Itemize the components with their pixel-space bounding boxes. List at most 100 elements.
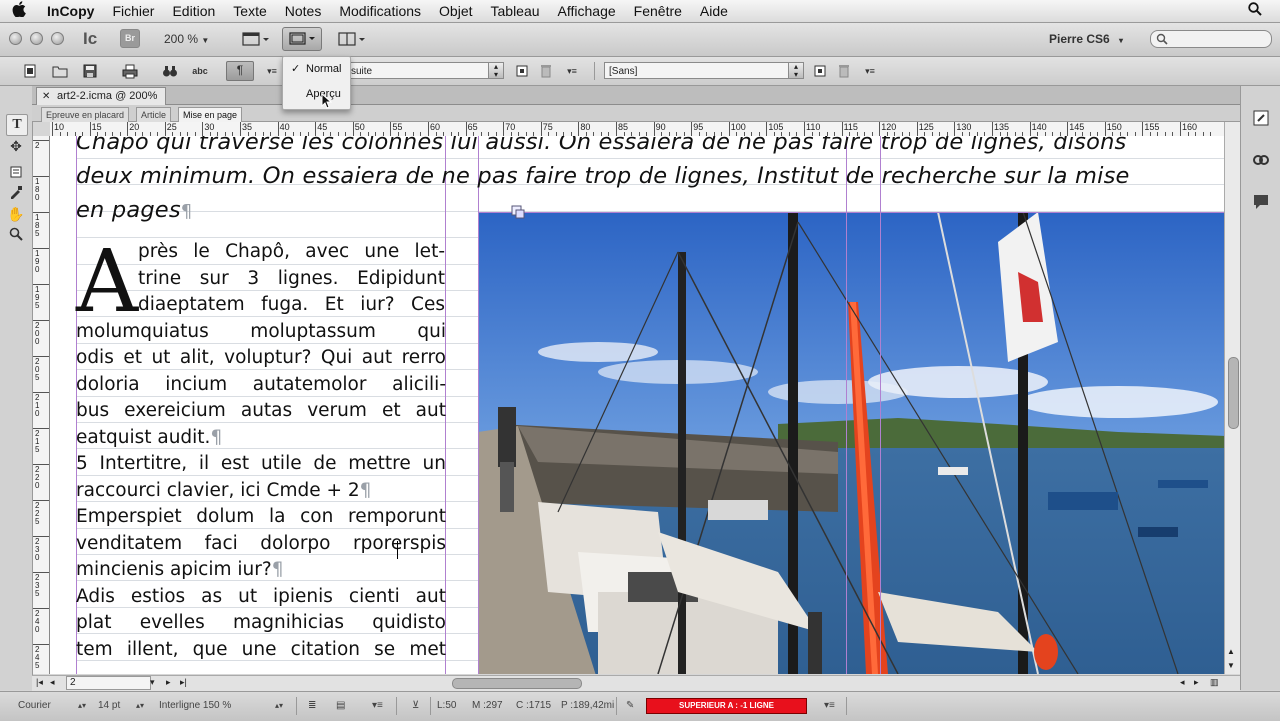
ruler-tick xyxy=(540,122,542,136)
view-options-button[interactable] xyxy=(242,28,270,50)
character-style-menu-icon[interactable]: ▾≡ xyxy=(862,63,878,79)
type-tool-icon[interactable]: T xyxy=(6,114,28,136)
leading-dropdown[interactable]: Interligne 150 % ▴▾ xyxy=(155,697,287,714)
links-icon[interactable] xyxy=(1251,150,1271,170)
pilcrow-icon: ¶ xyxy=(236,63,244,77)
menu-fichier[interactable]: Fichier xyxy=(103,0,163,22)
close-tab-icon[interactable]: ✕ xyxy=(42,88,50,105)
chapo-line-3-text: en pages xyxy=(76,197,181,223)
menu-aide[interactable]: Aide xyxy=(691,0,737,22)
search-field[interactable] xyxy=(1150,30,1272,48)
line-numbers-icon[interactable]: ≣ xyxy=(304,697,324,714)
character-style-dropdown[interactable]: [Sans] ▴ ▾ xyxy=(604,62,804,79)
print-icon[interactable] xyxy=(122,63,138,79)
spell-check-icon[interactable]: abc xyxy=(192,63,208,79)
menu-modifications[interactable]: Modifications xyxy=(330,0,430,22)
tab-epreuve-en-placard[interactable]: Epreuve en placard xyxy=(41,107,130,122)
size-dropdown[interactable]: 14 pt ▴▾ xyxy=(94,697,148,714)
panel-dock xyxy=(1240,86,1280,690)
notes-panel-icon[interactable] xyxy=(1251,192,1271,212)
open-folder-icon[interactable] xyxy=(52,63,68,79)
font-dropdown[interactable]: Courier ▴▾ xyxy=(14,697,90,714)
paragraph-mode-toggle[interactable]: ¶ xyxy=(226,61,254,81)
arrange-documents-button[interactable] xyxy=(338,28,368,50)
ruler-label: 2 0 0 xyxy=(35,321,40,346)
scroll-down-arrow-icon[interactable]: ▼ xyxy=(1227,661,1235,670)
overset-menu-icon[interactable]: ▾≡ xyxy=(820,697,842,714)
last-page-icon[interactable]: ▸| xyxy=(180,677,187,688)
zoom-tool-icon[interactable] xyxy=(6,226,26,246)
new-paragraph-style-icon[interactable] xyxy=(514,63,530,79)
vertical-scroll-thumb[interactable] xyxy=(1228,357,1239,429)
assignments-icon[interactable] xyxy=(1251,108,1271,128)
paragraph-style-menu-icon[interactable]: ▾≡ xyxy=(564,63,580,79)
ruler-label: 10 xyxy=(54,122,65,132)
ruler-label: 110 xyxy=(806,122,821,132)
split-view-icon[interactable]: ▥ xyxy=(1210,677,1219,688)
scroll-up-arrow-icon[interactable]: ▲ xyxy=(1227,647,1235,656)
new-character-style-icon[interactable] xyxy=(812,63,828,79)
screen-mode-button[interactable] xyxy=(282,27,322,51)
workspace-name: Pierre CS6 xyxy=(1049,32,1110,46)
menu-texte[interactable]: Texte xyxy=(224,0,275,22)
paragraph-style-dropdown[interactable]: suite ▴ ▾ xyxy=(346,62,504,79)
layout-canvas[interactable]: Chapo qui traverse les colonnes lui auss… xyxy=(50,136,1226,674)
first-page-icon[interactable]: |◂ xyxy=(36,677,43,688)
position-tool-icon[interactable]: ✥ xyxy=(6,136,26,156)
tab-article[interactable]: Article xyxy=(136,107,172,122)
tab-mise-en-page[interactable]: Mise en page xyxy=(178,107,243,122)
menu-tableau[interactable]: Tableau xyxy=(482,0,549,22)
link-frame-icon[interactable] xyxy=(510,204,526,220)
columns-icon[interactable]: ▤ xyxy=(332,697,352,714)
note-tool-icon[interactable] xyxy=(6,164,26,184)
pilcrow-mark: ¶ xyxy=(210,427,223,448)
pilcrow-mark: ¶ xyxy=(359,480,372,501)
ruler-label: 2 3 0 xyxy=(35,537,40,562)
harbor-photo[interactable] xyxy=(478,212,1226,674)
lines-count: L:50 xyxy=(437,700,457,711)
hand-tool-icon[interactable]: ✋ xyxy=(6,204,26,224)
find-binoculars-icon[interactable] xyxy=(162,63,178,79)
close-window-button[interactable] xyxy=(9,32,22,45)
menu-objet[interactable]: Objet xyxy=(430,0,481,22)
menu-item-apercu[interactable]: Aperçu xyxy=(283,83,350,105)
bridge-button[interactable]: Br xyxy=(120,29,140,48)
menu-notes[interactable]: Notes xyxy=(276,0,331,22)
zoom-window-button[interactable] xyxy=(51,32,64,45)
next-page-icon[interactable]: ▸ xyxy=(166,677,171,688)
zoom-level-dropdown[interactable]: 200 % ▼ xyxy=(164,28,209,50)
page-number-field[interactable]: 2 xyxy=(66,676,151,690)
menu-edition[interactable]: Edition xyxy=(163,0,224,22)
spotlight-search-icon[interactable] xyxy=(1248,2,1262,20)
ruler-label: 2 2 5 xyxy=(35,501,40,526)
separator xyxy=(846,697,847,715)
ruler-tick xyxy=(465,122,467,136)
document-tab[interactable]: ✕ art2-2.icma @ 200% xyxy=(36,87,166,105)
zoom-level-value: 200 % xyxy=(164,32,199,46)
status-menu-icon[interactable]: ▾≡ xyxy=(368,697,388,714)
new-document-icon[interactable] xyxy=(22,63,38,79)
menu-fenetre[interactable]: Fenêtre xyxy=(625,0,691,22)
vertical-scrollbar[interactable]: ▲ ▼ xyxy=(1224,122,1241,674)
ruler-label: 75 xyxy=(542,122,553,132)
apple-menu-icon[interactable] xyxy=(0,1,38,21)
horizontal-scroll-thumb[interactable] xyxy=(452,678,582,689)
frame-edge-guide xyxy=(478,212,1226,213)
character-style-value: [Sans] xyxy=(609,66,638,77)
menu-incopy[interactable]: InCopy xyxy=(38,0,103,22)
page-menu-icon[interactable]: ▾ xyxy=(150,677,155,688)
menu-item-normal[interactable]: ✓ Normal xyxy=(283,58,350,80)
scroll-right-arrow-icon[interactable]: ▸ xyxy=(1194,677,1199,688)
eyedropper-tool-icon[interactable] xyxy=(6,184,26,204)
scroll-left-arrow-icon[interactable]: ◂ xyxy=(1180,677,1185,688)
previous-page-icon[interactable]: ◂ xyxy=(50,677,55,688)
ruler-tick xyxy=(992,122,993,136)
story-info-icon[interactable]: ⊻ xyxy=(408,697,428,714)
workspace-switcher[interactable]: Pierre CS6 ▾ xyxy=(1049,28,1123,50)
save-icon[interactable] xyxy=(82,63,98,79)
menu-affichage[interactable]: Affichage xyxy=(549,0,625,22)
delete-style-trash-icon[interactable] xyxy=(538,63,554,79)
minimize-window-button[interactable] xyxy=(30,32,43,45)
paragraph-menu-icon[interactable]: ▾≡ xyxy=(264,63,280,79)
delete-character-style-icon[interactable] xyxy=(836,63,852,79)
